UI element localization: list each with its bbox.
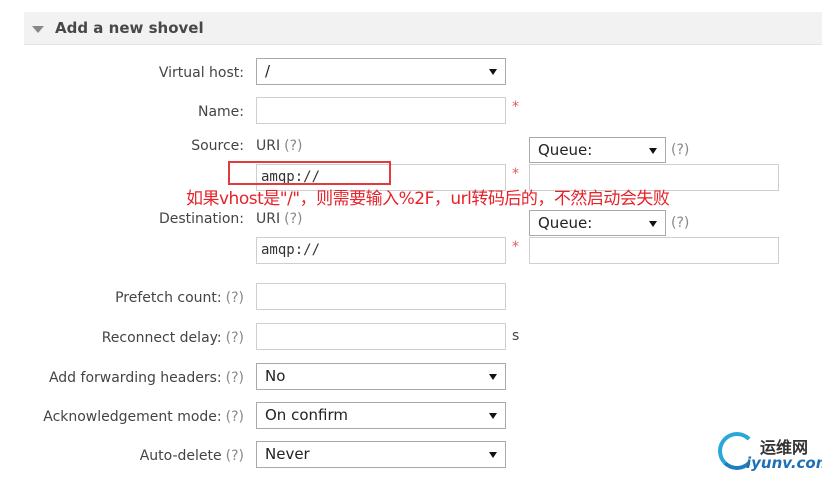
forwarding-headers-help[interactable]: (?) — [226, 370, 244, 386]
source-required-marker: * — [512, 166, 519, 182]
annotation-note: 如果vhost是"/"，则需要输入%2F，url转码后的，不然启动会失败 — [186, 189, 670, 209]
virtual-host-value: / — [265, 62, 271, 80]
virtual-host-select[interactable]: / — [256, 58, 506, 85]
chevron-down-icon — [489, 374, 497, 380]
chevron-down-icon — [649, 148, 657, 154]
source-type-value: Queue: — [538, 141, 593, 159]
auto-delete-value: Never — [265, 445, 310, 463]
prefetch-count-help[interactable]: (?) — [226, 290, 244, 306]
name-input[interactable] — [256, 97, 506, 124]
prefetch-count-input[interactable] — [256, 283, 506, 310]
destination-type-select[interactable]: Queue: — [529, 210, 666, 236]
forwarding-headers-select[interactable]: No — [256, 363, 506, 390]
destination-required-marker: * — [512, 239, 519, 255]
collapse-triangle-icon[interactable] — [32, 26, 44, 33]
chevron-down-icon — [489, 452, 497, 458]
destination-uri-label: URI — [256, 211, 281, 227]
source-queue-help[interactable]: (?) — [671, 142, 689, 158]
chevron-down-icon — [649, 221, 657, 227]
auto-delete-label-group: Auto-delete (?) — [140, 448, 244, 464]
watermark-logo: 运维网 iyunv.com — [716, 430, 822, 476]
destination-uri-caption: URI (?) — [256, 211, 302, 227]
ack-mode-label-group: Acknowledgement mode: (?) — [43, 409, 244, 425]
virtual-host-label: Virtual host: — [158, 65, 244, 81]
reconnect-delay-label-group: Reconnect delay: (?) — [102, 330, 244, 346]
ack-mode-help[interactable]: (?) — [226, 409, 244, 425]
ack-mode-value: On confirm — [265, 406, 348, 424]
reconnect-delay-label: Reconnect delay: — [101, 330, 222, 346]
prefetch-count-label-group: Prefetch count: (?) — [115, 290, 244, 306]
auto-delete-select[interactable]: Never — [256, 441, 506, 468]
source-uri-help[interactable]: (?) — [284, 138, 302, 154]
reconnect-delay-help[interactable]: (?) — [226, 330, 244, 346]
ack-mode-select[interactable]: On confirm — [256, 402, 506, 429]
destination-type-value: Queue: — [538, 214, 593, 232]
source-type-select[interactable]: Queue: — [529, 137, 666, 163]
auto-delete-help[interactable]: (?) — [226, 448, 244, 464]
forwarding-headers-label-group: Add forwarding headers: (?) — [49, 370, 244, 386]
highlight-box — [228, 161, 391, 185]
destination-queue-input[interactable] — [529, 237, 779, 264]
auto-delete-label: Auto-delete — [139, 448, 222, 464]
reconnect-delay-unit: s — [512, 328, 520, 344]
ack-mode-label: Acknowledgement mode: — [43, 409, 222, 425]
forwarding-headers-value: No — [265, 367, 286, 385]
name-label: Name: — [197, 104, 244, 120]
destination-label: Destination: — [158, 211, 244, 227]
destination-uri-input[interactable]: amqp:// — [256, 237, 506, 264]
destination-uri-help[interactable]: (?) — [284, 211, 302, 227]
reconnect-delay-input[interactable] — [256, 323, 506, 350]
watermark-en: iyunv.com — [746, 454, 822, 472]
prefetch-count-label: Prefetch count: — [115, 290, 222, 306]
section-title: Add a new shovel — [55, 19, 204, 37]
source-uri-label: URI — [256, 138, 281, 154]
source-label: Source: — [191, 138, 244, 154]
forwarding-headers-label: Add forwarding headers: — [48, 370, 222, 386]
section-header[interactable]: Add a new shovel — [24, 12, 822, 45]
destination-queue-help[interactable]: (?) — [671, 215, 689, 231]
name-required-marker: * — [512, 99, 519, 115]
source-uri-caption: URI (?) — [256, 138, 302, 154]
chevron-down-icon — [489, 69, 497, 75]
chevron-down-icon — [489, 413, 497, 419]
